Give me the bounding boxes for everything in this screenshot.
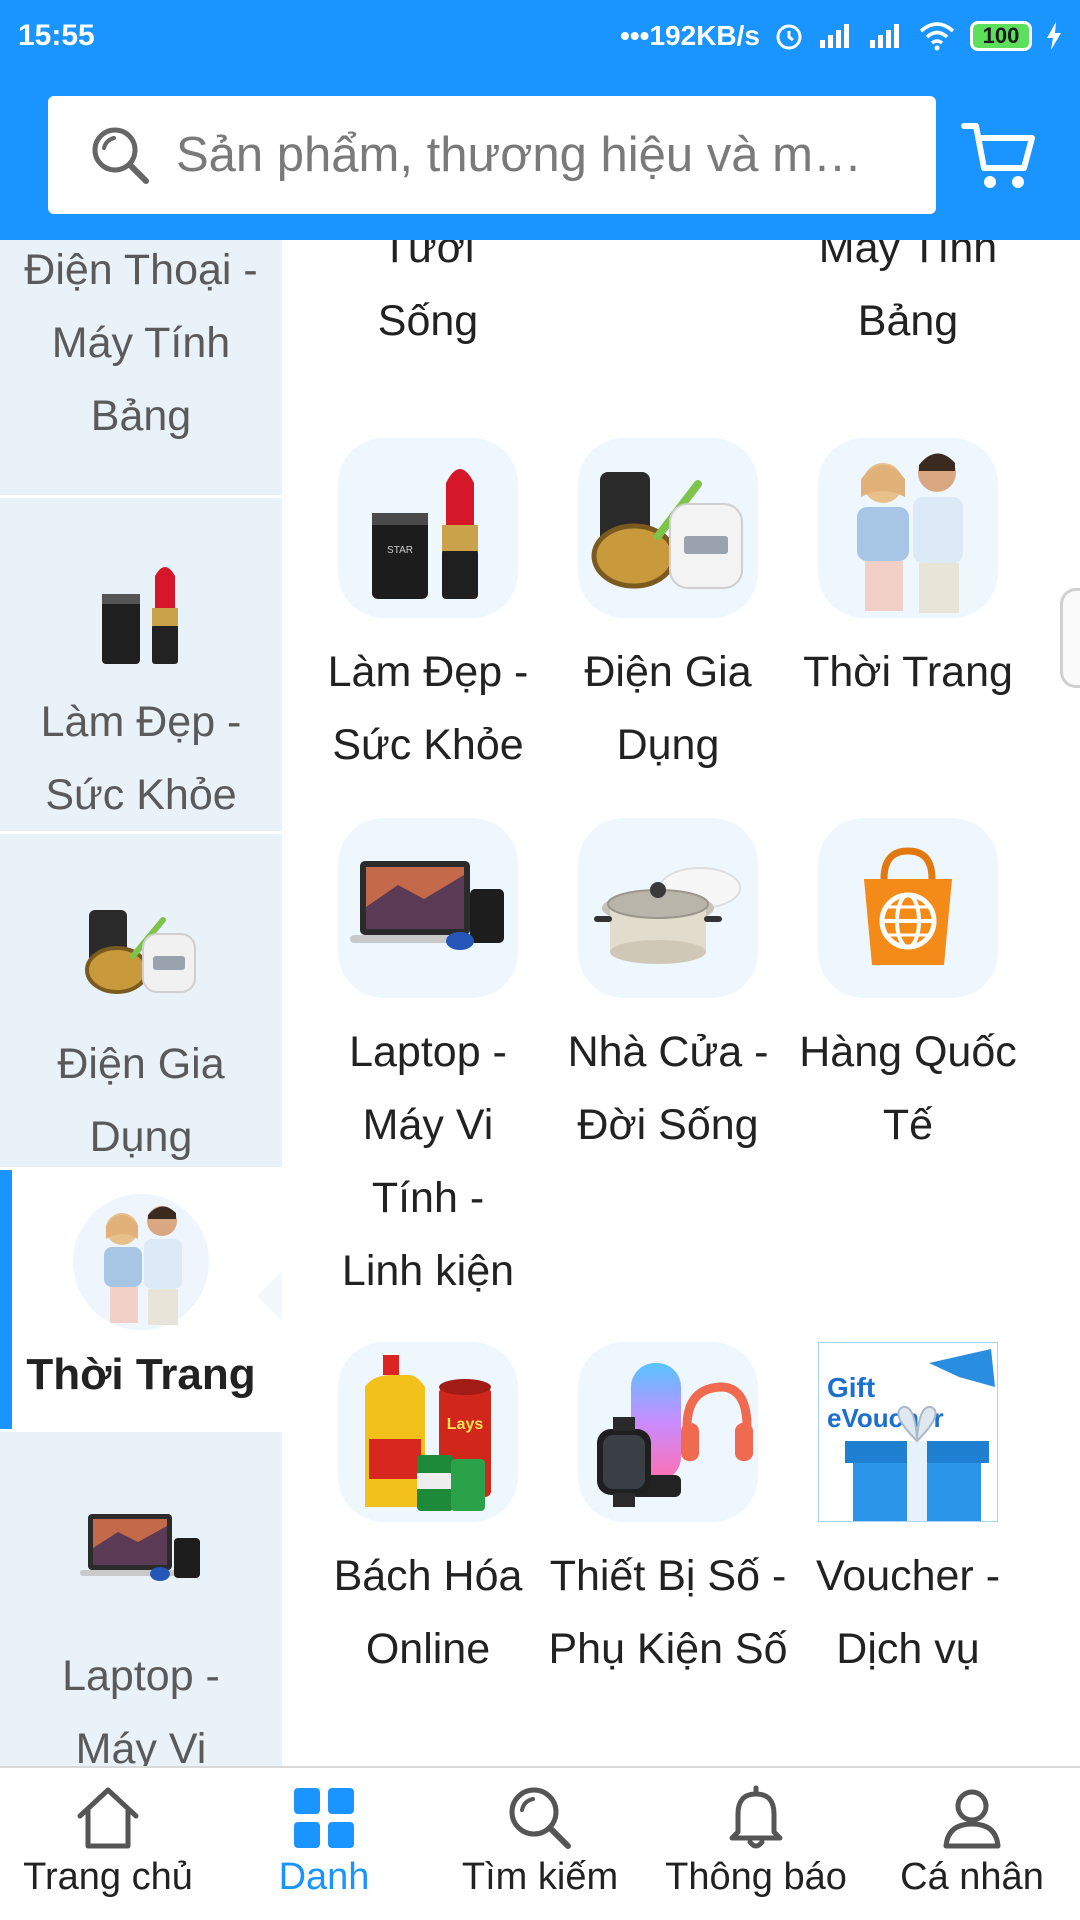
sidebar-item-phone-tablet[interactable]: Điện Thoại - Máy Tính Bảng [0, 240, 282, 498]
grid-item-home-appliance[interactable]: Điện Gia Dụng [548, 438, 788, 782]
grid-item-fashion[interactable]: Thời Trang [788, 438, 1028, 709]
grid-item-beauty[interactable]: STAR Làm Đẹp - Sức Khỏe [308, 438, 548, 782]
grid-item-label: Tươi Sống [377, 240, 479, 345]
search-icon [92, 127, 149, 184]
nav-profile[interactable]: Cá nhân [864, 1768, 1080, 1920]
sidebar-item-fashion[interactable]: Thời Trang [0, 1170, 282, 1432]
digital-devices-icon [578, 1342, 758, 1522]
lipstick-icon: STAR [338, 438, 518, 618]
grid-item-digital[interactable]: Thiết Bị Số - Phụ Kiện Số [548, 1342, 788, 1686]
nav-category[interactable]: Danh [216, 1768, 432, 1920]
network-speed: •••192KB/s [620, 20, 760, 51]
cooking-pot-icon [578, 818, 758, 998]
grid-item-fresh-food[interactable]: Tươi Sống [308, 240, 548, 358]
nav-label: Danh [278, 1856, 370, 1898]
bell-icon [729, 1785, 783, 1849]
grid-item-international[interactable]: Hàng Quốc Tế [788, 818, 1028, 1162]
globe-bag-icon [818, 818, 998, 998]
status-indicators: •••192KB/s 100 [620, 20, 1062, 52]
top-header: 15:55 •••192KB/s 100 Sản phẩm, thương hi… [0, 0, 1080, 240]
grid-item-label: Laptop - Máy Vi Tính - Linh kiện [341, 1028, 515, 1295]
rice-cooker-icon [578, 438, 758, 618]
grid-item-laptop[interactable]: Laptop - Máy Vi Tính - Linh kiện [308, 818, 548, 1308]
grid-item-voucher[interactable]: Gift eVoucher Voucher - Dịch vụ [788, 1342, 1028, 1686]
grocery-icon: Lays [338, 1342, 518, 1522]
sidebar-item-laptop[interactable]: Laptop - Máy Vi [0, 1432, 282, 1766]
home-icon [77, 1787, 139, 1849]
gift-voucher-icon: Gift eVoucher [818, 1342, 998, 1522]
sidebar-item-label: Làm Đẹp - Sức Khỏe [40, 698, 242, 819]
app-screen: 15:55 •••192KB/s 100 Sản phẩm, thương hi… [0, 0, 1080, 1920]
sidebar-item-label: Điện Thoại - Máy Tính Bảng [24, 246, 258, 440]
grid-item-label: Thời Trang [803, 648, 1013, 696]
laptop-icon [338, 818, 518, 998]
user-icon [943, 1789, 1001, 1849]
cart-icon [961, 123, 1035, 188]
svg-text:Lays: Lays [447, 1416, 484, 1433]
svg-text:Gift: Gift [827, 1372, 875, 1403]
category-sidebar: Điện Thoại - Máy Tính Bảng Làm Đẹp - Sức… [0, 240, 282, 1766]
nav-search[interactable]: Tìm kiếm [432, 1768, 648, 1920]
nav-label: Thông báo [665, 1856, 847, 1898]
sidebar-item-label: Laptop - Máy Vi [62, 1652, 220, 1766]
grid-item-grocery[interactable]: Lays Bách Hóa Online [308, 1342, 548, 1686]
grid-item-label: Thiết Bị Số - Phụ Kiện Số [548, 1552, 788, 1673]
nav-notifications[interactable]: Thông báo [648, 1768, 864, 1920]
nav-label: Tìm kiếm [461, 1856, 619, 1898]
sidebar-item-beauty[interactable]: Làm Đẹp - Sức Khỏe [0, 498, 282, 834]
battery-icon: 100 [970, 21, 1032, 51]
svg-text:STAR: STAR [387, 545, 413, 556]
fashion-couple-icon [73, 1194, 209, 1330]
sidebar-item-home-appliance[interactable]: Điện Gia Dụng [0, 834, 282, 1170]
grid-item-label: Máy Tính Bảng [818, 240, 998, 345]
signal-icon [870, 24, 899, 48]
signal-icon [820, 24, 849, 48]
grid-item-label: Hàng Quốc Tế [799, 1028, 1017, 1149]
laptop-icon [73, 1480, 209, 1616]
grid-item-home-life[interactable]: Nhà Cửa - Đời Sống [548, 818, 788, 1162]
search-input[interactable]: Sản phẩm, thương hiệu và m… [48, 96, 936, 214]
search-placeholder: Sản phẩm, thương hiệu và m… [176, 128, 862, 182]
lipstick-icon [73, 546, 209, 682]
grid-item-label: Voucher - Dịch vụ [815, 1552, 1001, 1673]
nav-label: Cá nhân [900, 1856, 1044, 1898]
wifi-icon [919, 22, 955, 51]
cart-button[interactable] [960, 116, 1036, 196]
bottom-navigation: Trang chủ Danh Tìm kiếm Thông báo Cá nhâ… [0, 1766, 1080, 1920]
rice-cooker-icon [73, 882, 209, 1018]
grid-item-phone-tablet[interactable]: Máy Tính Bảng [788, 240, 1028, 358]
sidebar-item-label: Thời Trang [26, 1350, 256, 1399]
subcategory-grid: Tươi Sống Máy Tính Bảng STAR Làm Đẹp - S… [308, 240, 1056, 1766]
status-bar: 15:55 •••192KB/s 100 [0, 0, 1080, 72]
category-grid-icon [294, 1788, 354, 1848]
grid-item-label: Nhà Cửa - Đời Sống [567, 1028, 769, 1149]
grid-item-label: Điện Gia Dụng [584, 648, 752, 769]
charging-icon [1047, 22, 1061, 50]
search-icon [509, 1787, 571, 1849]
grid-item-label: Làm Đẹp - Sức Khỏe [327, 648, 529, 769]
alarm-icon [776, 24, 802, 50]
grid-item-label: Bách Hóa Online [333, 1552, 523, 1673]
nav-home[interactable]: Trang chủ [0, 1768, 216, 1920]
search-row: Sản phẩm, thương hiệu và m… [0, 72, 1080, 240]
scroll-handle[interactable] [1060, 588, 1080, 688]
sidebar-item-label: Điện Gia Dụng [57, 1040, 225, 1161]
fashion-couple-icon [818, 438, 998, 618]
status-time: 15:55 [18, 19, 95, 52]
nav-label: Trang chủ [23, 1856, 193, 1898]
